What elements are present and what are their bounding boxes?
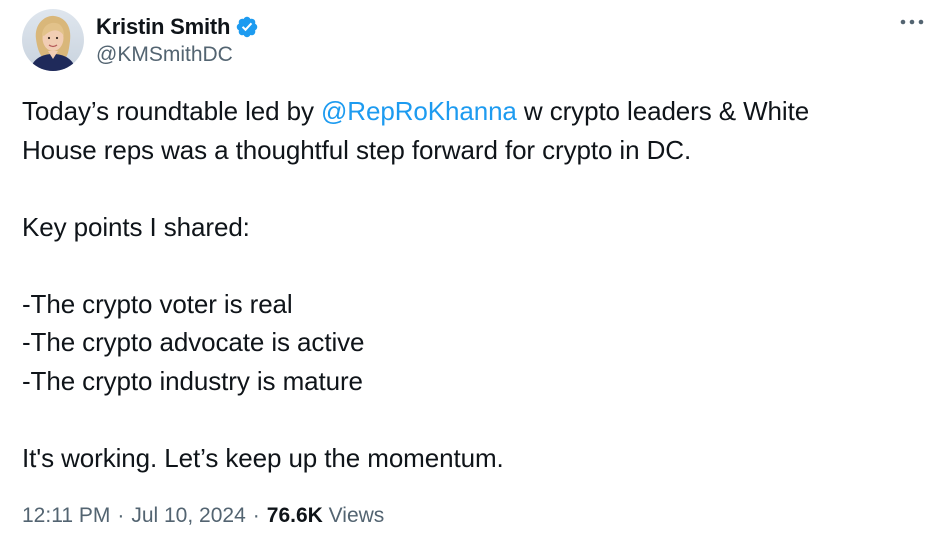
tweet: Kristin Smith @KMSmithDC Today’s roundta… [0, 0, 952, 558]
author-identity: Kristin Smith @KMSmithDC [96, 13, 259, 67]
tweet-line-8: -The crypto industry is mature [22, 365, 363, 396]
tweet-time[interactable]: 12:11 PM [22, 504, 110, 528]
meta-separator: · [117, 504, 125, 527]
name-row: Kristin Smith [96, 13, 259, 41]
tweet-metadata: 12:11 PM · Jul 10, 2024 · 76.6K Views [22, 504, 384, 528]
tweet-text-segment: Today’s roundtable led by [22, 96, 322, 126]
tweet-line-6: -The crypto voter is real [22, 288, 293, 319]
tweet-line-7: -The crypto advocate is active [22, 327, 365, 357]
tweet-line-4: Key points I shared: [22, 211, 250, 242]
more-options-button[interactable] [896, 10, 928, 34]
author-handle[interactable]: @KMSmithDC [96, 43, 259, 67]
profile-photo-icon [22, 9, 84, 71]
tweet-line-10: It's working. Let’s keep up the momentum… [22, 442, 504, 473]
tweet-header: Kristin Smith @KMSmithDC [22, 8, 259, 72]
tweet-line-1: Today’s roundtable led by @RepRoKhanna w… [22, 92, 932, 131]
tweet-text: Today’s roundtable led by @RepRoKhanna w… [22, 92, 932, 477]
views-label: Views [328, 504, 385, 527]
tweet-text-segment: w crypto leaders & White [516, 96, 810, 126]
tweet-date[interactable]: Jul 10, 2024 [131, 504, 245, 528]
display-name[interactable]: Kristin Smith [96, 14, 231, 40]
ellipsis-icon [900, 19, 924, 25]
tweet-line-2: House reps was a thoughtful step forward… [22, 134, 692, 165]
mention-link[interactable]: @RepRoKhanna [321, 96, 517, 126]
avatar[interactable] [22, 9, 84, 71]
verified-badge-icon[interactable] [235, 15, 259, 39]
views-count[interactable]: 76.6K [267, 504, 323, 528]
meta-separator: · [252, 504, 260, 527]
